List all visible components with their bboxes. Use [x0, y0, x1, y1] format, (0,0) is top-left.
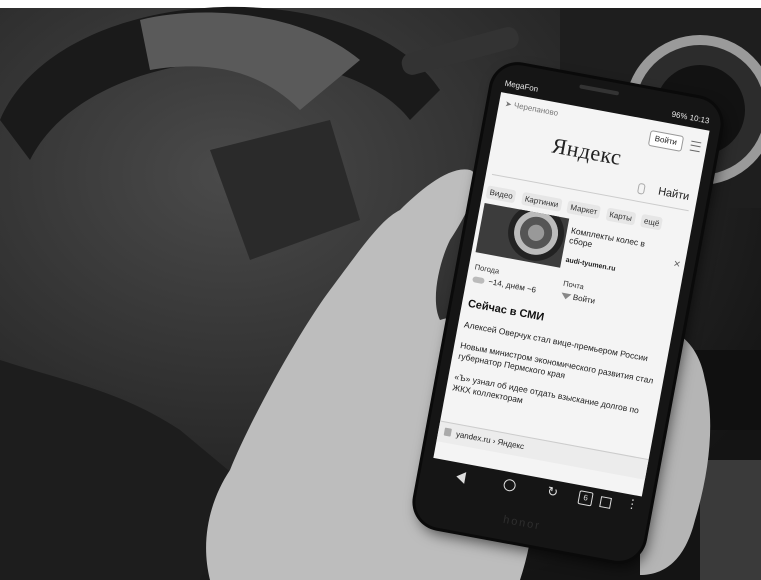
battery-label: 96%: [670, 109, 689, 122]
login-button[interactable]: Войти: [647, 129, 685, 152]
close-icon[interactable]: ✕: [672, 258, 681, 270]
tabs-count-button[interactable]: 6: [577, 490, 594, 507]
weather-value[interactable]: −14, днём −6: [488, 277, 537, 295]
top-border: [0, 0, 761, 8]
location-text: Черепаново: [513, 100, 559, 118]
url-text: yandex.ru › Яндекс: [455, 429, 525, 452]
tab-more[interactable]: ещё: [639, 213, 664, 231]
weather-label[interactable]: Погода: [474, 262, 500, 275]
mail-label[interactable]: Почта: [563, 279, 585, 292]
more-options-icon[interactable]: ⋮: [625, 496, 639, 512]
back-icon[interactable]: [455, 470, 467, 484]
time-label: 10:13: [688, 112, 711, 126]
location-label[interactable]: ➤ Черепаново: [504, 99, 559, 118]
mail-icon: [560, 292, 572, 301]
tab-images[interactable]: Картинки: [520, 191, 563, 212]
wheel-image: [503, 202, 569, 266]
ad-title: Комплекты колес в сборе: [568, 225, 646, 250]
lock-icon: [443, 427, 452, 437]
tab-maps[interactable]: Карты: [605, 207, 636, 226]
mail-login-button[interactable]: Войти: [572, 293, 596, 306]
tab-market[interactable]: Маркет: [566, 200, 602, 220]
microphone-icon[interactable]: [636, 182, 646, 195]
recents-icon[interactable]: [599, 496, 613, 509]
home-icon[interactable]: [502, 478, 517, 493]
tab-video[interactable]: Видео: [485, 185, 517, 204]
menu-icon[interactable]: [689, 140, 702, 153]
search-button[interactable]: Найти: [657, 186, 690, 204]
reload-icon[interactable]: ↻: [546, 483, 559, 501]
ad-image: [475, 202, 570, 268]
cloud-icon: [472, 276, 485, 285]
photo-scene: MegaFon 96% 10:13 ➤ Черепаново Войти Янд…: [0, 0, 761, 580]
phone-brand-logo: honor: [502, 513, 542, 533]
ad-domain: audi-tyumen.ru: [564, 256, 616, 273]
